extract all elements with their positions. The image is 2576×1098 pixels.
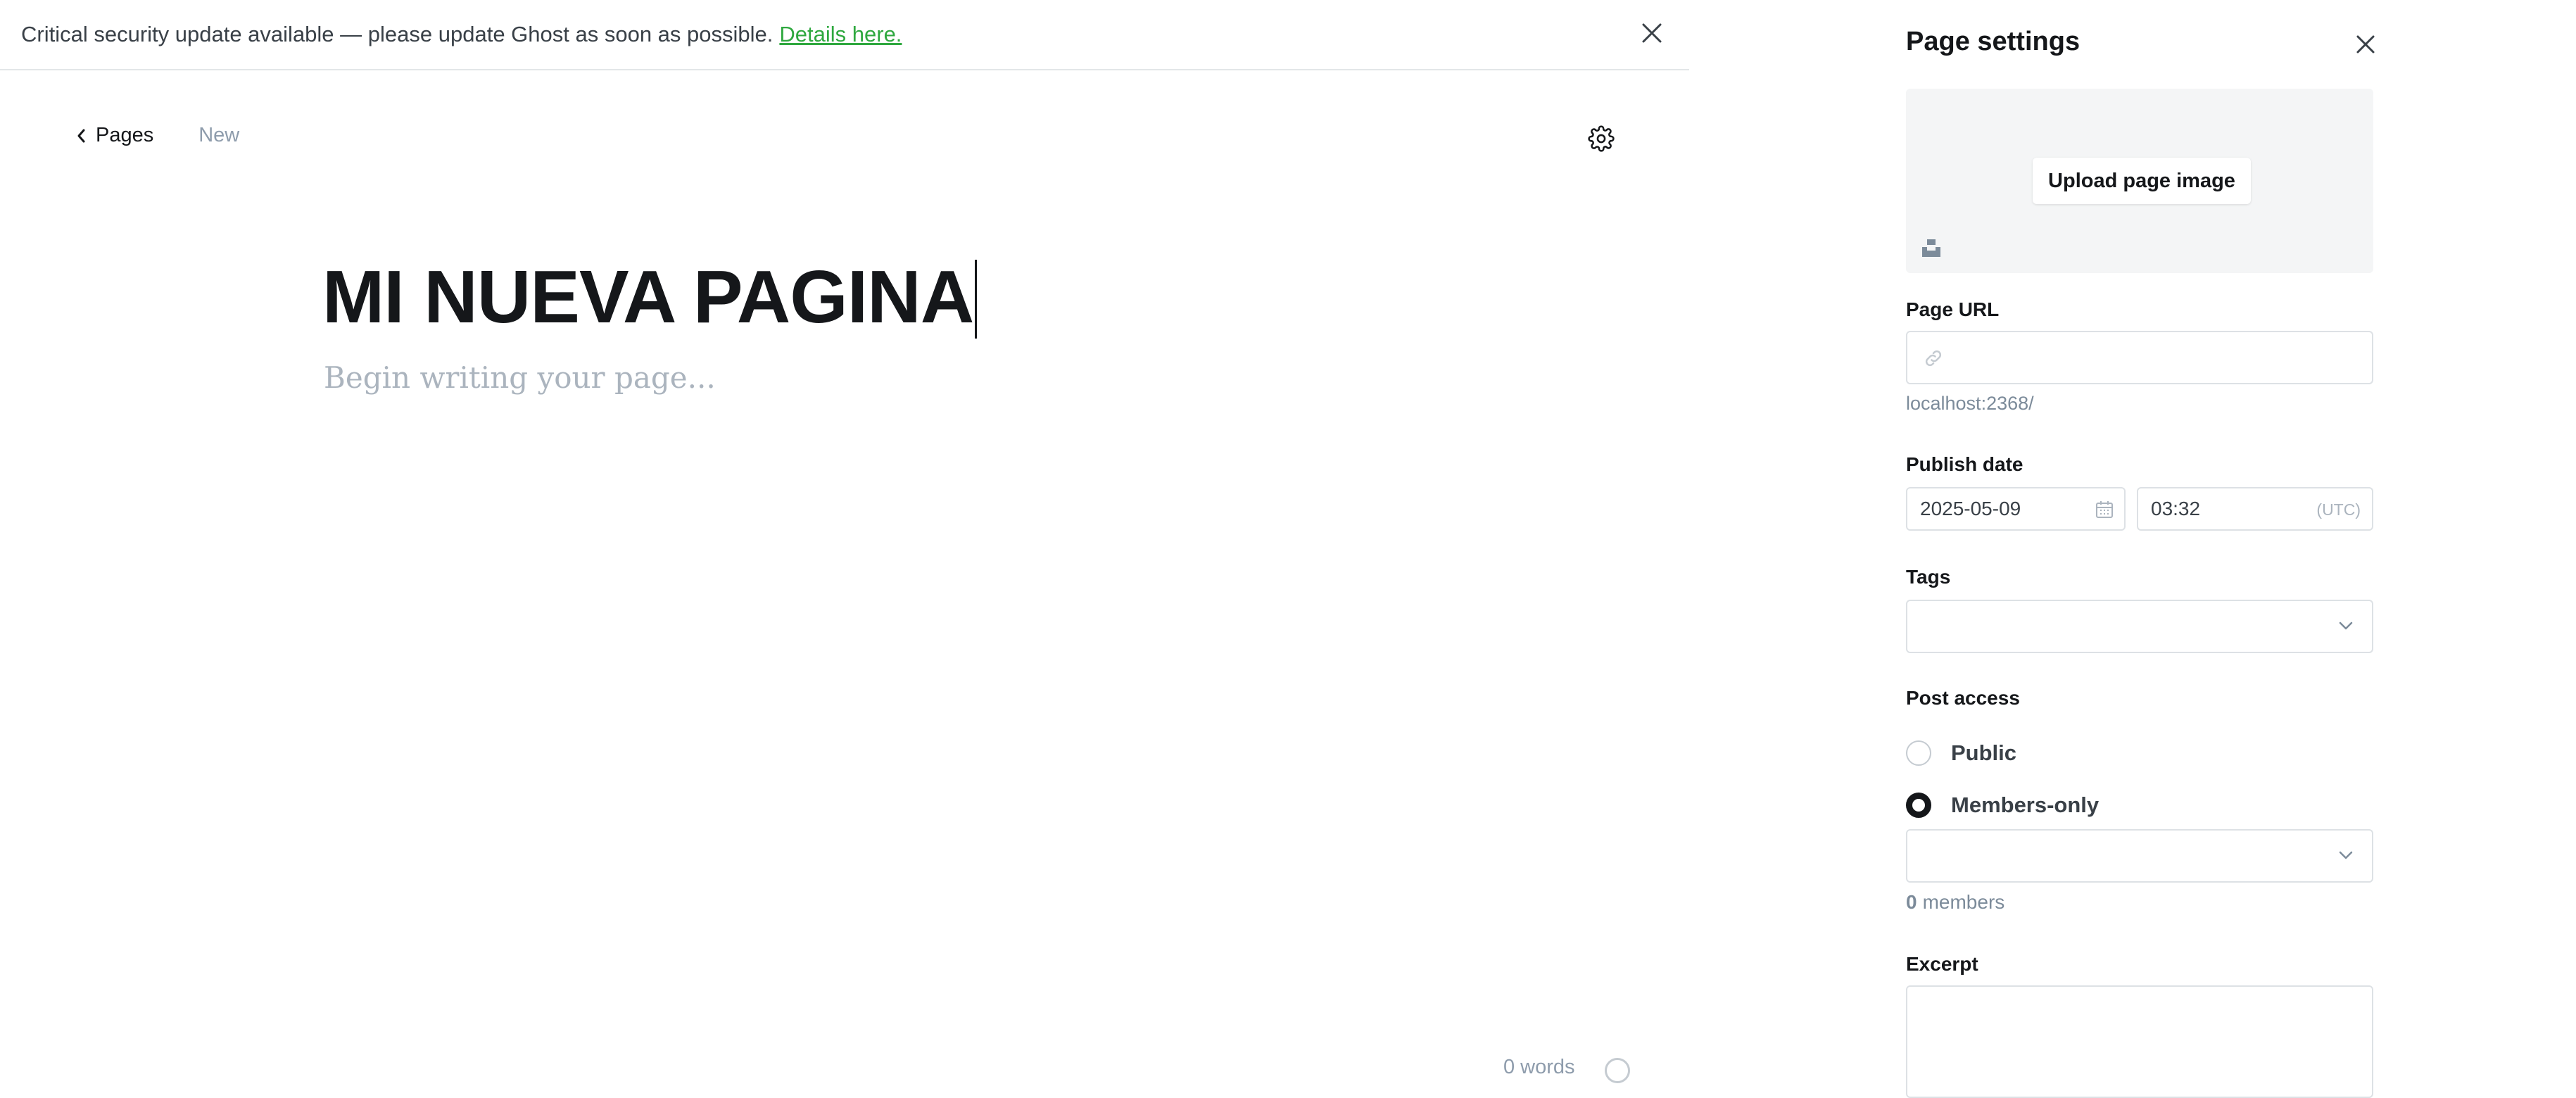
members-count-suffix: members [1922,891,2005,913]
publish-date-label: Publish date [1906,453,2023,475]
timezone-label: (UTC) [2316,500,2361,519]
excerpt-textarea[interactable] [1906,985,2373,1098]
calendar-icon[interactable] [2095,500,2114,519]
access-option-public[interactable]: Public [1906,740,2016,766]
panel-title: Page settings [1906,27,2081,56]
time-value: 03:32 [2151,498,2201,519]
breadcrumb: Pages New [76,124,239,147]
banner-message: Critical security update available — ple… [21,22,774,46]
banner-details-link[interactable]: Details here. [779,22,902,47]
access-option-members-only[interactable]: Members-only [1906,793,2099,818]
page-url-hint: localhost:2368/ [1906,393,2034,414]
back-to-pages-link[interactable]: Pages [76,124,153,147]
excerpt-label: Excerpt [1906,953,1978,975]
tags-label: Tags [1906,566,1951,588]
page-url-input[interactable] [1906,331,2373,384]
chevron-down-icon [2338,850,2354,864]
post-title-input[interactable]: MI NUEVA PAGINA [322,248,978,346]
post-title-text: MI NUEVA PAGINA [322,255,974,339]
chevron-down-icon [2338,621,2354,634]
post-access-label: Post access [1906,687,2020,709]
post-status: New [198,124,240,146]
members-count-number: 0 [1906,891,1917,913]
close-icon[interactable] [2354,32,2378,56]
members-segment-select[interactable] [1906,829,2373,883]
tags-select[interactable] [1906,600,2373,653]
date-value: 2025-05-09 [1920,498,2021,519]
chevron-left-icon [77,129,85,142]
radio-members-only[interactable] [1906,793,1931,818]
gear-icon[interactable] [1588,125,1615,152]
page-image-dropzone[interactable]: Upload page image [1906,89,2373,273]
word-count: 0 words [1503,1056,1575,1078]
text-caret [975,260,978,339]
security-banner: Critical security update available — ple… [0,0,1689,70]
access-option-label: Members-only [1951,793,2100,817]
back-label: Pages [96,124,154,146]
publish-date-input[interactable]: 2025-05-09 [1906,487,2126,531]
page-url-label: Page URL [1906,298,2000,320]
upload-page-image-button[interactable]: Upload page image [2033,158,2251,204]
radio-public[interactable] [1906,740,1931,766]
unsplash-icon[interactable] [1920,236,1943,259]
publish-time-input[interactable]: 03:32 (UTC) [2137,487,2373,531]
access-option-label: Public [1951,740,2017,765]
help-icon[interactable] [1605,1058,1630,1083]
post-body-editor[interactable]: Begin writing your page... [324,360,716,395]
members-count: 0 members [1906,891,2004,914]
close-icon[interactable] [1640,21,1664,45]
link-icon [1923,348,1944,372]
